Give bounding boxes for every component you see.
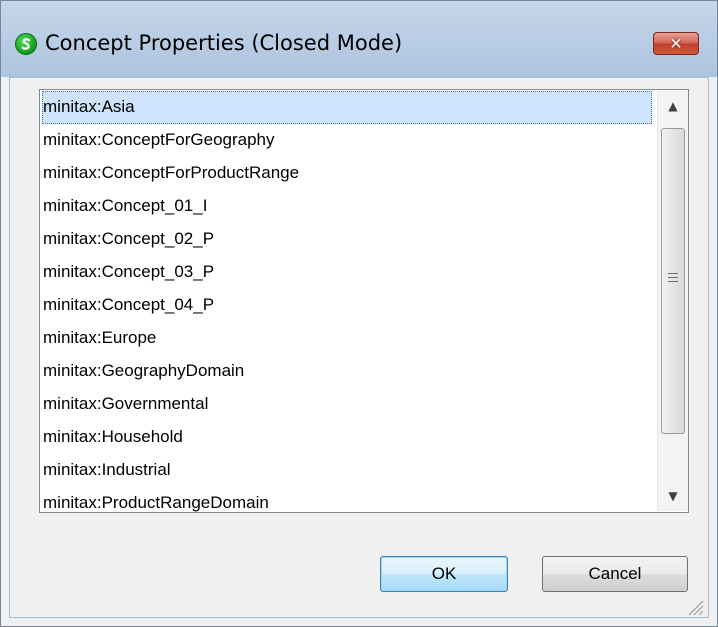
list-item[interactable]: minitax:Concept_01_I — [42, 190, 652, 223]
app-icon — [15, 33, 37, 55]
list-item[interactable]: minitax:Household — [42, 421, 652, 454]
resize-grip-icon[interactable] — [683, 595, 705, 617]
close-icon: ✕ — [669, 34, 683, 53]
grip-icon — [668, 273, 678, 285]
vertical-scrollbar[interactable]: ▲ ▼ — [657, 91, 688, 511]
list-item[interactable]: minitax:Europe — [42, 322, 652, 355]
cancel-button[interactable]: Cancel — [542, 556, 688, 592]
scroll-up-arrow-icon[interactable]: ▲ — [658, 91, 688, 121]
ok-button[interactable]: OK — [380, 556, 508, 592]
list-item[interactable]: minitax:ConceptForGeography — [42, 124, 652, 157]
scroll-down-arrow-icon[interactable]: ▼ — [658, 481, 688, 511]
list-item[interactable]: minitax:Concept_02_P — [42, 223, 652, 256]
close-button[interactable]: ✕ — [653, 32, 699, 55]
list-item-selected[interactable]: minitax:Asia — [42, 91, 652, 124]
window-title: Concept Properties (Closed Mode) — [45, 31, 403, 55]
scrollbar-thumb[interactable] — [661, 128, 685, 434]
list-item[interactable]: minitax:Governmental — [42, 388, 652, 421]
list-item[interactable]: minitax:Industrial — [42, 454, 652, 487]
list-item[interactable]: minitax:ProductRangeDomain — [42, 487, 652, 512]
title-bar[interactable]: Concept Properties (Closed Mode) ✕ — [1, 1, 717, 77]
list-item[interactable]: minitax:Concept_04_P — [42, 289, 652, 322]
list-item[interactable]: minitax:GeographyDomain — [42, 355, 652, 388]
concept-listbox[interactable]: minitax:Asia minitax:ConceptForGeography… — [39, 89, 689, 513]
concept-list: minitax:Asia minitax:ConceptForGeography… — [42, 91, 652, 512]
dialog-window: Concept Properties (Closed Mode) ✕ minit… — [0, 0, 718, 627]
list-item[interactable]: minitax:ConceptForProductRange — [42, 157, 652, 190]
list-item[interactable]: minitax:Concept_03_P — [42, 256, 652, 289]
